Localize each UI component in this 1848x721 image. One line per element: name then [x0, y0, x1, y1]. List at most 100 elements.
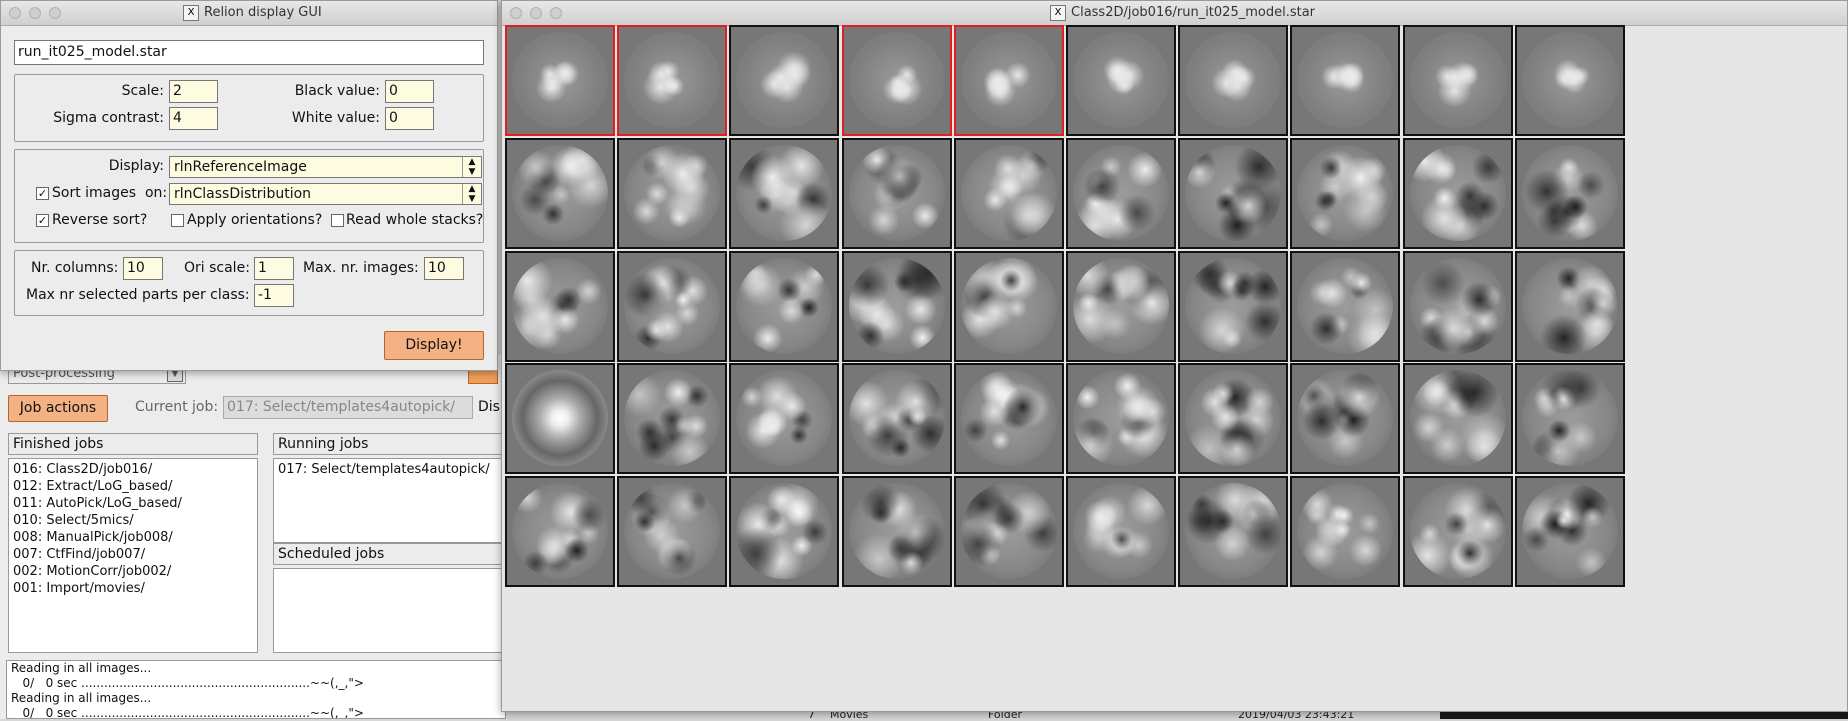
display-button[interactable]: Display! [384, 331, 484, 360]
class-average-38[interactable] [1290, 363, 1401, 475]
filename-input[interactable]: run_it025_model.star [14, 40, 484, 65]
ori-scale-input[interactable]: 1 [254, 257, 294, 280]
nr-columns-label: Nr. columns: [31, 260, 119, 276]
class-average-12[interactable] [617, 137, 728, 249]
finished-job-item[interactable]: 008: ManualPick/job008/ [9, 529, 257, 546]
class-average-9[interactable] [1402, 25, 1513, 136]
class-average-5[interactable] [953, 25, 1064, 136]
minimize-icon[interactable] [29, 7, 41, 19]
class-average-image [848, 257, 945, 354]
minimize-icon[interactable] [530, 7, 542, 19]
class-average-41[interactable] [505, 476, 615, 588]
class-average-8[interactable] [1290, 25, 1401, 136]
max-images-input[interactable]: 10 [424, 257, 464, 280]
class-average-32[interactable] [617, 363, 728, 475]
class-average-39[interactable] [1402, 363, 1513, 475]
black-value-input[interactable]: 0 [385, 80, 434, 103]
scale-input[interactable]: 2 [169, 80, 218, 103]
close-icon[interactable] [510, 7, 522, 19]
class-average-10[interactable] [1514, 25, 1625, 136]
class-average-3[interactable] [729, 25, 840, 136]
maximize-icon[interactable] [49, 7, 61, 19]
class-average-21[interactable] [505, 250, 615, 362]
current-job-field[interactable]: 017: Select/templates4autopick/ [223, 396, 473, 419]
class-average-image [736, 144, 833, 241]
finished-job-item[interactable]: 016: Class2D/job016/ [9, 461, 257, 478]
class-average-50[interactable] [1514, 476, 1625, 588]
class-average-34[interactable] [841, 363, 952, 475]
class-average-16[interactable] [1066, 137, 1176, 249]
job-actions-button[interactable]: Job actions [8, 395, 108, 422]
close-icon[interactable] [9, 7, 21, 19]
class-average-13[interactable] [729, 137, 840, 249]
class-average-4[interactable] [841, 25, 952, 136]
white-value-input[interactable]: 0 [385, 107, 434, 130]
class-average-31[interactable] [505, 363, 615, 475]
apply-orientations-checkbox[interactable] [171, 214, 184, 227]
finished-job-item[interactable]: 012: Extract/LoG_based/ [9, 478, 257, 495]
log-line: 0/ 0 sec ...............................… [11, 706, 364, 719]
class-average-36[interactable] [1066, 363, 1176, 475]
class-average-image [848, 370, 945, 467]
class-average-48[interactable] [1290, 476, 1401, 588]
running-jobs-header: Running jobs [273, 433, 505, 455]
read-whole-stacks-checkbox[interactable] [331, 214, 344, 227]
finished-job-item[interactable]: 001: Import/movies/ [9, 580, 257, 597]
class-average-19[interactable] [1402, 137, 1513, 249]
sigma-contrast-label: Sigma contrast: [53, 110, 164, 126]
class-average-28[interactable] [1290, 250, 1401, 362]
class-average-42[interactable] [617, 476, 728, 588]
class-average-49[interactable] [1402, 476, 1513, 588]
sigma-contrast-input[interactable]: 4 [169, 107, 218, 130]
class-average-image [960, 483, 1057, 580]
class-average-40[interactable] [1514, 363, 1625, 475]
class-average-26[interactable] [1066, 250, 1176, 362]
running-job-item[interactable]: 017: Select/templates4autopick/ [274, 461, 504, 478]
finished-job-item[interactable]: 002: MotionCorr/job002/ [9, 563, 257, 580]
class-average-22[interactable] [617, 250, 728, 362]
class-average-43[interactable] [729, 476, 840, 588]
class-average-37[interactable] [1178, 363, 1289, 475]
class-average-14[interactable] [841, 137, 952, 249]
running-jobs-list[interactable]: 017: Select/templates4autopick/ [273, 458, 505, 543]
class-average-15[interactable] [953, 137, 1064, 249]
finished-job-item[interactable]: 010: Select/5mics/ [9, 512, 257, 529]
class-average-23[interactable] [729, 250, 840, 362]
class-average-17[interactable] [1178, 137, 1289, 249]
class-average-27[interactable] [1178, 250, 1289, 362]
class-average-2[interactable] [617, 25, 728, 136]
class-average-11[interactable] [505, 137, 615, 249]
nr-columns-input[interactable]: 10 [123, 257, 163, 280]
class-average-1[interactable] [505, 25, 615, 136]
class-average-30[interactable] [1514, 250, 1625, 362]
class-average-33[interactable] [729, 363, 840, 475]
display-select-value: rlnReferenceImage [174, 159, 307, 175]
class-average-20[interactable] [1514, 137, 1625, 249]
class-average-35[interactable] [953, 363, 1064, 475]
class-average-45[interactable] [953, 476, 1064, 588]
class-average-image [1409, 257, 1506, 354]
sort-select[interactable]: rlnClassDistribution ▲ ▼ [169, 183, 482, 205]
sort-select-value: rlnClassDistribution [174, 186, 312, 202]
class-average-7[interactable] [1178, 25, 1289, 136]
finished-job-item[interactable]: 007: CtfFind/job007/ [9, 546, 257, 563]
finished-job-item[interactable]: 011: AutoPick/LoG_based/ [9, 495, 257, 512]
display-select[interactable]: rlnReferenceImage ▲ ▼ [169, 156, 482, 178]
class-average-47[interactable] [1178, 476, 1289, 588]
scheduled-jobs-list[interactable] [273, 568, 505, 653]
reverse-sort-checkbox[interactable]: ✓ [36, 214, 49, 227]
class-average-29[interactable] [1402, 250, 1513, 362]
class-average-44[interactable] [841, 476, 952, 588]
finished-jobs-list[interactable]: 016: Class2D/job016/012: Extract/LoG_bas… [8, 458, 258, 653]
sort-images-checkbox[interactable]: ✓ [36, 187, 49, 200]
class-average-6[interactable] [1066, 25, 1176, 136]
class-average-46[interactable] [1066, 476, 1176, 588]
x11-icon: X [1050, 4, 1066, 21]
max-selected-input[interactable]: -1 [254, 284, 294, 307]
class-average-18[interactable] [1290, 137, 1401, 249]
maximize-icon[interactable] [550, 7, 562, 19]
current-job-label: Current job: [135, 399, 219, 415]
class-average-25[interactable] [953, 250, 1064, 362]
class-average-image [848, 32, 945, 128]
class-average-24[interactable] [841, 250, 952, 362]
